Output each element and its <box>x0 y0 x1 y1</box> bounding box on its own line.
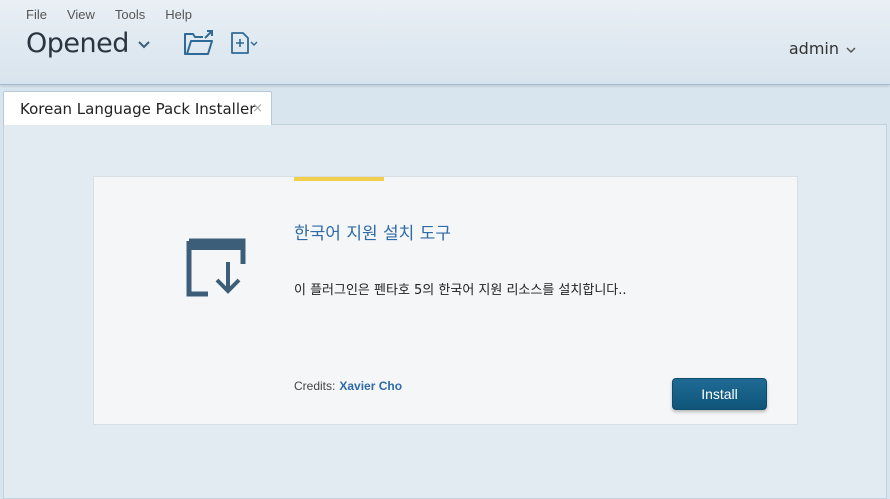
perspective-selector[interactable]: Opened <box>26 28 151 59</box>
card-accent-bar <box>294 177 384 181</box>
menu-bar: File View Tools Help <box>26 7 212 22</box>
menu-file[interactable]: File <box>26 7 47 22</box>
credits-label: Credits: <box>294 379 336 393</box>
folder-open-icon[interactable] <box>183 29 215 61</box>
menu-help[interactable]: Help <box>165 7 192 22</box>
credits: Credits: Xavier Cho <box>294 379 402 393</box>
tab-korean-language-pack-installer[interactable]: Korean Language Pack Installer × <box>3 91 272 125</box>
plugin-description: 이 플러그인은 펜타호 5의 한국어 지원 리소스를 설치합니다.. <box>294 283 627 298</box>
menu-tools[interactable]: Tools <box>115 7 145 22</box>
top-bar: File View Tools Help Opened admin <box>0 0 890 85</box>
user-menu[interactable]: admin <box>789 38 856 58</box>
tab-label: Korean Language Pack Installer <box>20 100 256 118</box>
chevron-down-icon <box>137 35 151 54</box>
new-file-icon[interactable] <box>230 31 260 59</box>
download-box-icon <box>186 238 246 302</box>
plugin-card: 한국어 지원 설치 도구 이 플러그인은 펜타호 5의 한국어 지원 리소스를 … <box>93 176 798 425</box>
content-area: 한국어 지원 설치 도구 이 플러그인은 펜타호 5의 한국어 지원 리소스를 … <box>3 124 887 499</box>
perspective-label: Opened <box>26 28 129 59</box>
plugin-title: 한국어 지원 설치 도구 <box>294 224 451 244</box>
close-icon[interactable]: × <box>252 101 263 116</box>
credits-author-link[interactable]: Xavier Cho <box>339 379 402 393</box>
menu-view[interactable]: View <box>67 7 95 22</box>
user-name: admin <box>788 38 839 58</box>
chevron-down-icon <box>846 39 856 58</box>
install-button[interactable]: Install <box>672 378 767 410</box>
